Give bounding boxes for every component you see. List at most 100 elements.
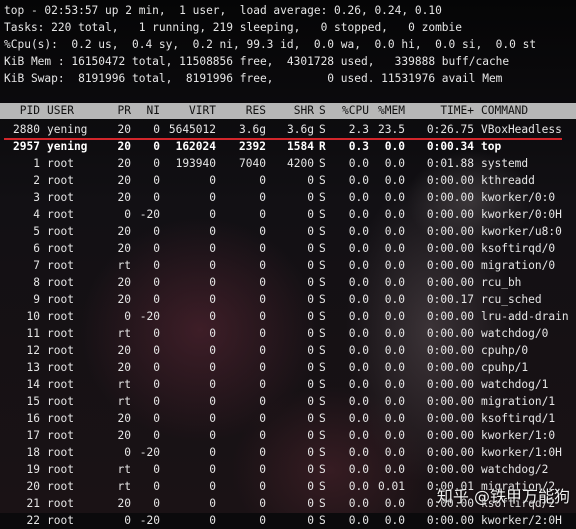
cell-time: 0:00.00: [426, 191, 474, 204]
cell-pr: 20: [117, 191, 131, 204]
cell-cpu: 0.0: [348, 327, 369, 340]
cell-pid: 2957: [13, 140, 40, 153]
cell-user: root: [47, 259, 74, 272]
cell-time: 0:00.00: [426, 225, 474, 238]
cell-virt: 0: [209, 259, 216, 272]
cell-pr: 20: [117, 276, 131, 289]
cell-res: 0: [259, 395, 266, 408]
cell-user: root: [47, 174, 74, 187]
cell-cpu: 0.0: [348, 378, 369, 391]
cell-pid: 7: [33, 259, 40, 272]
cell-pr: 0: [124, 446, 131, 459]
cell-cpu: 0.0: [348, 259, 369, 272]
cell-shr: 0: [307, 514, 314, 527]
cell-pr: rt: [117, 327, 131, 340]
cell-pr: rt: [117, 480, 131, 493]
cell-mem: 0.0: [384, 293, 405, 306]
cell-user: root: [47, 310, 74, 323]
cell-time: 0:00.00: [426, 242, 474, 255]
process-row: 2957 yening 20 0 162024 2392 1584 R 0.3 0.0 0:00.3…: [0, 138, 576, 155]
cell-user: root: [47, 446, 74, 459]
cell-cpu: 0.3: [348, 140, 369, 153]
header-virt: VIRT: [189, 104, 216, 117]
cell-virt: 0: [209, 276, 216, 289]
cell-shr: 0: [307, 480, 314, 493]
cell-shr: 0: [307, 463, 314, 476]
cell-mem: 0.0: [384, 310, 405, 323]
cell-user: yening: [47, 123, 88, 136]
terminal-window[interactable]: top - 02:53:57 up 2 min, 1 user, load av…: [0, 0, 576, 527]
cell-pid: 2880: [13, 123, 40, 136]
cell-user: root: [47, 395, 74, 408]
cell-cpu: 0.0: [348, 208, 369, 221]
cell-pr: 20: [117, 225, 131, 238]
cell-res: 0: [259, 480, 266, 493]
cell-virt: 0: [209, 208, 216, 221]
cell-virt: 0: [209, 327, 216, 340]
process-row: 8 root 20 0 0 0 0 S 0.0 0.0 0:00.00 rcu_bh: [0, 274, 576, 291]
cell-cpu: 0.0: [348, 497, 369, 510]
cell-command: kworker/1:0H: [481, 446, 562, 459]
cell-cpu: 2.3: [348, 123, 369, 136]
cell-time: 0:00.00: [426, 276, 474, 289]
cell-cpu: 0.0: [348, 446, 369, 459]
cell-cpu: 0.0: [348, 361, 369, 374]
process-row: 4 root 0 -20 0 0 0 S 0.0 0.0 0:00.00 kworker/0:0H: [0, 206, 576, 223]
cell-pid: 16: [26, 412, 40, 425]
cell-shr: 0: [307, 310, 314, 323]
cell-pid: 4: [33, 208, 40, 221]
process-row: 10 root 0 -20 0 0 0 S 0.0 0.0 0:00.00 lru-add-drain: [0, 308, 576, 325]
cell-shr: 0: [307, 208, 314, 221]
cell-command: cpuhp/1: [481, 361, 529, 374]
cell-command: cpuhp/0: [481, 344, 529, 357]
process-row: 17 root 20 0 0 0 0 S 0.0 0.0 0:00.00 kworker/1:0: [0, 427, 576, 444]
cell-pr: 20: [117, 412, 131, 425]
cell-pid: 11: [26, 327, 40, 340]
tasks-line: Tasks: 220 total, 1 running, 219 sleepin…: [4, 21, 463, 34]
cell-pid: 14: [26, 378, 40, 391]
cell-res: 0: [259, 344, 266, 357]
cell-time: 0:00.00: [426, 259, 474, 272]
cell-command: kworker/u8:0: [481, 225, 562, 238]
cell-virt: 0: [209, 242, 216, 255]
cell-shr: 0: [307, 191, 314, 204]
cell-shr: 4200: [287, 157, 314, 170]
cell-shr: 0: [307, 378, 314, 391]
cell-mem: 23.5: [378, 123, 405, 136]
cell-user: root: [47, 480, 74, 493]
header-command: COMMAND: [481, 104, 529, 117]
cell-virt: 0: [209, 293, 216, 306]
cell-virt: 0: [209, 412, 216, 425]
cell-time: 0:00.00: [426, 344, 474, 357]
cell-time: 0:01.88: [426, 157, 474, 170]
cell-virt: 0: [209, 514, 216, 527]
process-row: 9 root 20 0 0 0 0 S 0.0 0.0 0:00.17 rcu_sched: [0, 291, 576, 308]
cell-cpu: 0.0: [348, 429, 369, 442]
cell-mem: 0.0: [384, 361, 405, 374]
cell-shr: 0: [307, 344, 314, 357]
cell-res: 2392: [239, 140, 266, 153]
cell-time: 0:00.00: [426, 327, 474, 340]
cell-res: 0: [259, 242, 266, 255]
cell-user: root: [47, 225, 74, 238]
cell-pid: 17: [26, 429, 40, 442]
cell-pid: 22: [26, 514, 40, 527]
cell-mem: 0.0: [384, 514, 405, 527]
cell-time: 0:00.00: [426, 174, 474, 187]
cell-res: 0: [259, 514, 266, 527]
cell-res: 0: [259, 191, 266, 204]
cell-virt: 0: [209, 310, 216, 323]
cell-mem: 0.0: [384, 225, 405, 238]
cell-cpu: 0.0: [348, 157, 369, 170]
process-row: 22 root 0 -20 0 0 0 S 0.0 0.0 0:00.00 kworker/2:0H: [0, 512, 576, 529]
cell-res: 0: [259, 412, 266, 425]
cell-pid: 20: [26, 480, 40, 493]
cell-shr: 0: [307, 412, 314, 425]
cell-res: 3.6g: [239, 123, 266, 136]
cell-command: lru-add-drain: [481, 310, 569, 323]
cell-user: root: [47, 412, 74, 425]
cell-pr: 20: [117, 140, 131, 153]
cell-pr: 20: [117, 174, 131, 187]
cell-command: systemd: [481, 157, 529, 170]
cell-virt: 0: [209, 344, 216, 357]
